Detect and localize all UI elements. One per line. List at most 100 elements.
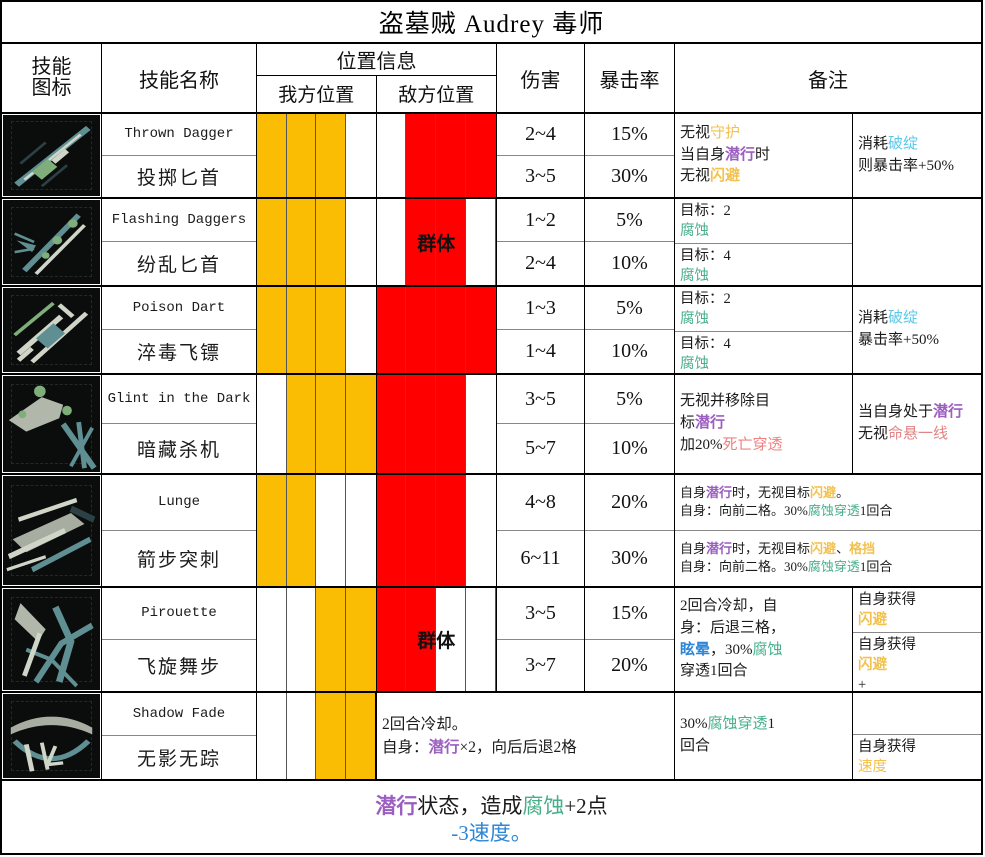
enemy-position-cell <box>466 588 496 691</box>
table-header-row: 技能 图标 技能名称 位置信息 我方位置 敌方位置 伤害 暴击率 备注 <box>2 44 981 114</box>
damage-value: 1~3 <box>497 287 584 330</box>
damage-value: 3~5 <box>497 375 584 424</box>
enemy-position-cell <box>406 588 437 691</box>
remark-line: 目标：4 腐蚀 <box>680 336 731 372</box>
enemy-position-cell <box>436 588 467 691</box>
pirouette-icon <box>3 589 100 690</box>
ally-position-cell <box>257 375 287 473</box>
skill-name-cn: 飞旋舞步 <box>136 656 221 678</box>
enemy-position-grid: 群体 <box>376 199 496 285</box>
remark-line: 目标：2 腐蚀 <box>675 199 852 244</box>
ally-position-cell <box>316 287 346 373</box>
enemy-position-cell <box>376 375 407 473</box>
header-position-group: 位置信息 我方位置 敌方位置 <box>257 44 497 112</box>
skill-row: Lunge 箭步突刺 4~8 6~11 20% 30% 自身潜行时，无视目标闪避。 自身：向前… <box>2 475 981 588</box>
ally-position-cell <box>286 199 317 285</box>
remark-primary: 目标：2 腐蚀目标：4 腐蚀 <box>675 287 853 373</box>
skill-name-cell: Poison Dart 淬毒飞镖 <box>102 287 257 373</box>
crit-value: 10% <box>611 340 648 362</box>
damage-value: 3~5 <box>525 164 556 187</box>
crit-value: 20% <box>611 653 648 676</box>
skill-name-en: Thrown Dagger <box>102 114 256 156</box>
damage-value: 4~8 <box>497 475 584 531</box>
crit-value: 10% <box>611 252 648 274</box>
ally-position-cell <box>316 475 346 586</box>
skill-row: Glint in the Dark 暗藏杀机 3~5 5~7 5% 10% 无视并移除目 标潜… <box>2 375 981 475</box>
enemy-position-cell <box>376 114 407 197</box>
remark-line: 目标：2 腐蚀 <box>675 287 852 332</box>
damage-cell: 4~8 6~11 <box>497 475 585 586</box>
skill-name-cn: 纷乱匕首 <box>136 255 221 276</box>
ally-position-cell <box>345 588 376 691</box>
skill-name-cell: Lunge 箭步突刺 <box>102 475 257 586</box>
crit-cell: 5% 10% <box>585 287 675 373</box>
remark-cell: 无视守护 当自身潜行时 无视闪避 消耗破绽 则暴击率+50% <box>675 114 981 197</box>
remark-primary: 目标：2 腐蚀 目标：4 腐蚀 <box>675 199 853 285</box>
ally-position-cell <box>345 199 376 285</box>
skill-name-cell: Shadow Fade 无影无踪 <box>102 693 257 779</box>
ally-position-grid <box>257 199 377 285</box>
table-body: Thrown Dagger 投掷匕首 2~4 3~5 15% 30% 无视守护 当自身潜行时无… <box>2 114 981 787</box>
crit-value: 15% <box>585 588 674 640</box>
header-damage: 伤害 <box>497 44 585 112</box>
skill-row: Shadow Fade 无影无踪 2回合冷却。 自身：潜行×2，向后后退2格 30%腐蚀… <box>2 693 981 781</box>
footer-line-1: 潜行状态，造成腐蚀+2点 <box>375 794 608 819</box>
remark-line <box>853 693 981 735</box>
remark-primary: 无视并移除目 标潜行 加20%死亡穿透 <box>675 375 853 473</box>
remark-line: 自身获得 闪避 + <box>858 637 916 693</box>
remark-secondary: 消耗破绽 暴击率+50% <box>853 287 981 373</box>
enemy-position-cell <box>376 287 407 373</box>
skill-name-cn: 淬毒飞镖 <box>136 343 221 364</box>
crit-value: 30% <box>611 546 648 569</box>
ally-position-cell <box>257 475 287 586</box>
skill-name-en: Shadow Fade <box>102 693 256 736</box>
header-remark: 备注 <box>808 69 848 92</box>
skill-icon-cell <box>2 114 102 197</box>
remark-line: 自身潜行时，无视目标闪避、格挡 自身：向前二格。30%腐蚀穿透1回合 <box>680 541 893 575</box>
enemy-position-cell <box>466 475 496 586</box>
enemy-position-cell <box>406 375 437 473</box>
enemy-position-cell <box>406 287 437 373</box>
enemy-position-cell <box>436 475 467 586</box>
footer-line-2: -3速度。 <box>451 821 532 845</box>
footer-note: 潜行状态，造成腐蚀+2点 -3速度。 <box>2 787 981 853</box>
enemy-position-cell <box>466 114 496 197</box>
crit-cell: 5% 10% <box>585 375 675 473</box>
enemy-position-cell <box>376 199 407 285</box>
remark-cell: 目标：2 腐蚀 目标：4 腐蚀 <box>675 199 981 285</box>
header-skill-icon-line1: 技能 <box>31 56 72 78</box>
remark-secondary <box>853 199 981 285</box>
crit-cell: 15% 30% <box>585 114 675 197</box>
ally-position-cell <box>345 375 376 473</box>
damage-cell: 1~2 2~4 <box>497 199 585 285</box>
skill-name-en: Flashing Daggers <box>102 199 256 242</box>
remark-cell: 2回合冷却，自 身：后退三格， 眩晕，30%腐蚀 穿透1回合 自身获得 闪避 自身获得 闪避 + <box>675 588 981 693</box>
thrown-dagger-icon <box>3 115 100 196</box>
remark-cell: 自身潜行时，无视目标闪避。 自身：向前二格。30%腐蚀穿透1回合 自身潜行时，无视目… <box>675 475 981 586</box>
remark-line: 自身获得 闪避 <box>853 588 981 633</box>
damage-value: 5~7 <box>525 437 556 459</box>
remark-line: 无视并移除目 标潜行 加20%死亡穿透 <box>680 393 783 453</box>
skill-icon-cell <box>2 475 102 586</box>
position-cell <box>257 375 497 473</box>
crit-value: 5% <box>585 287 674 330</box>
header-skill-icon: 技能 图标 <box>2 44 102 112</box>
ally-position-grid <box>257 287 377 373</box>
remark-line <box>853 199 981 285</box>
ally-position-cell <box>316 114 346 197</box>
crit-value: 5% <box>585 375 674 424</box>
skill-icon-cell <box>2 588 102 691</box>
ally-position-cell <box>257 199 287 285</box>
position-cell <box>257 114 497 197</box>
ally-position-grid <box>257 693 376 779</box>
crit-value: 30% <box>611 164 648 187</box>
ally-position-grid <box>257 588 377 691</box>
damage-value: 3~7 <box>525 653 556 676</box>
enemy-position-cell <box>406 199 437 285</box>
ally-position-cell <box>345 693 375 779</box>
remark-line: 当自身处于潜行 无视命悬一线 <box>858 404 964 442</box>
skill-row: Pirouette 飞旋舞步 群体 3~5 3~7 15% 20% 2回合冷却，自 身：后退三格… <box>2 588 981 693</box>
crit-cell: 15% 20% <box>585 588 675 691</box>
position-cell <box>257 693 377 779</box>
ally-position-cell <box>345 475 376 586</box>
